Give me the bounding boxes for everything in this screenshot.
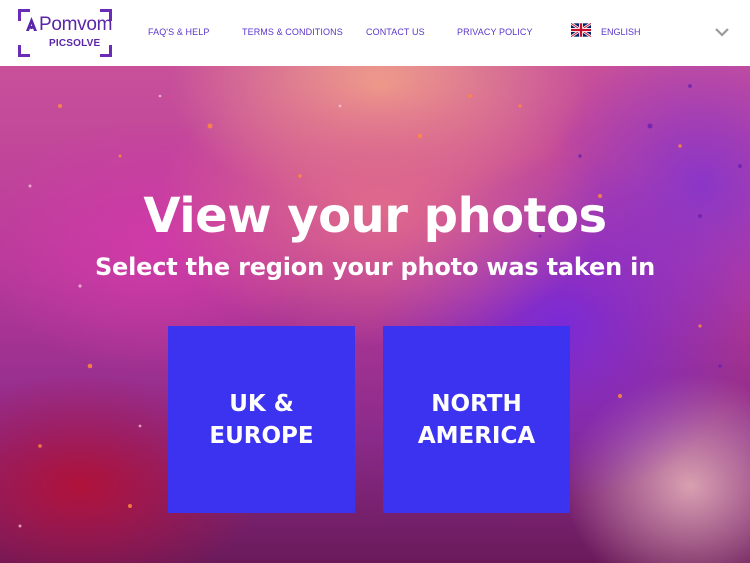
region-uk-europe-label: UK & EUROPE: [209, 390, 314, 449]
color-powder-background: [18, 84, 742, 528]
pomvom-picsolve-logo[interactable]: Pomvom PICSOLVE: [18, 9, 112, 57]
brand-name: Pomvom: [25, 14, 112, 36]
region-uk-europe-button[interactable]: UK & EUROPE: [168, 326, 355, 513]
top-bar: Pomvom PICSOLVE FAQ'S & HELP TERMS & CON…: [0, 0, 750, 66]
pomvom-mark-icon: [26, 17, 37, 31]
nav-terms-conditions[interactable]: TERMS & CONDITIONS: [242, 27, 343, 37]
language-label: ENGLISH: [601, 27, 641, 37]
nav-contact-us[interactable]: CONTACT US: [366, 27, 425, 37]
page-title: View your photos: [143, 188, 607, 244]
brand-subtitle: PICSOLVE: [49, 38, 101, 49]
logo-bracket-bottom-left: [18, 45, 30, 57]
uk-flag-icon: [571, 23, 591, 37]
brand-name-text: Pomvom: [39, 14, 113, 35]
region-north-america-label: NORTH AMERICA: [417, 390, 536, 449]
nav-faqs-help[interactable]: FAQ'S & HELP: [148, 27, 209, 37]
page-subtitle: Select the region your photo was taken i…: [94, 253, 656, 281]
nav-privacy-policy[interactable]: PRIVACY POLICY: [457, 27, 533, 37]
chevron-down-icon[interactable]: [713, 25, 731, 39]
region-north-america-button[interactable]: NORTH AMERICA: [383, 326, 570, 513]
logo-bracket-bottom-right: [100, 45, 112, 57]
hero-section: View your photos Select the region your …: [0, 66, 750, 563]
